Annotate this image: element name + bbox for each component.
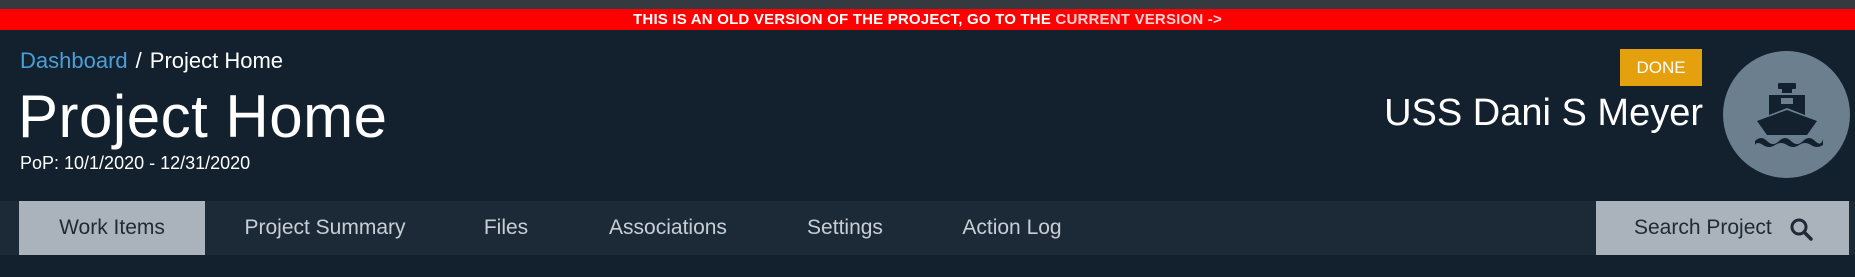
tab-action-log[interactable]: Action Log xyxy=(952,201,1072,255)
search-icon xyxy=(1790,218,1813,241)
project-header: Dashboard / Project Home Project Home PoP:… xyxy=(0,30,1855,201)
search-project-button[interactable]: Search Project xyxy=(1596,201,1849,255)
tab-associations[interactable]: Associations xyxy=(593,201,743,255)
breadcrumb-separator: / xyxy=(135,48,142,73)
period-of-performance: PoP: 10/1/2020 - 12/31/2020 xyxy=(20,153,251,173)
search-project-label: Search Project xyxy=(1634,216,1772,239)
content-area xyxy=(0,255,1855,277)
breadcrumb-current: Project Home xyxy=(149,48,284,73)
top-strip xyxy=(0,0,1855,9)
avatar xyxy=(1723,51,1850,178)
tab-work-items[interactable]: Work Items xyxy=(19,201,205,255)
tab-project-summary[interactable]: Project Summary xyxy=(228,201,422,255)
ship-icon xyxy=(1754,82,1823,147)
status-badge: DONE xyxy=(1620,49,1702,86)
current-version-link[interactable]: CURRENT VERSION -> xyxy=(1055,11,1222,28)
ship-name: USS Dani S Meyer xyxy=(1384,92,1703,134)
banner-message: THIS IS AN OLD VERSION OF THE PROJECT, G… xyxy=(633,11,1056,28)
project-nav: Work Items Project Summary Files Associa… xyxy=(0,201,1855,255)
old-version-banner: THIS IS AN OLD VERSION OF THE PROJECT, G… xyxy=(0,9,1855,30)
breadcrumb-dashboard-link[interactable]: Dashboard xyxy=(20,48,128,73)
tab-settings[interactable]: Settings xyxy=(794,201,896,255)
tab-files[interactable]: Files xyxy=(470,201,542,255)
page-title: Project Home xyxy=(18,83,388,150)
breadcrumb: Dashboard / Project Home xyxy=(20,48,283,74)
